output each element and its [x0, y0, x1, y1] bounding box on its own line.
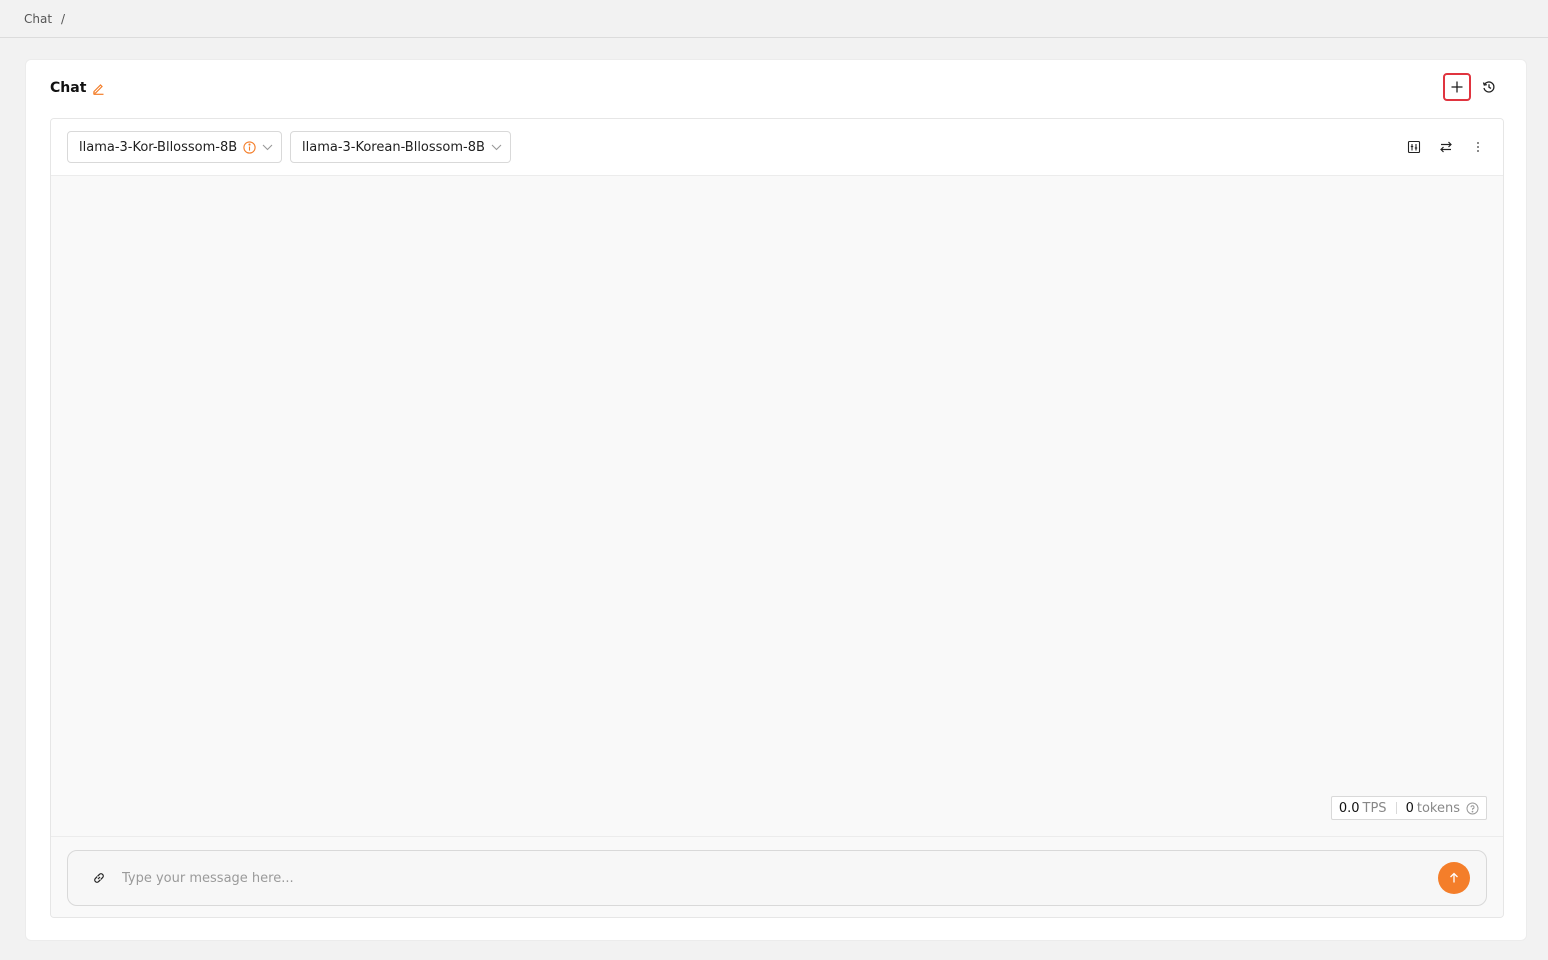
- compare-button[interactable]: [1401, 134, 1427, 160]
- question-icon[interactable]: [1466, 802, 1479, 815]
- chat-card: Chat llama-3-Kor-Bllossom-8B llama-3-Kor…: [25, 59, 1527, 941]
- chat-panel: llama-3-Kor-Bllossom-8B llama-3-Korean-B…: [50, 118, 1504, 918]
- link-icon[interactable]: [92, 871, 106, 885]
- pencil-icon[interactable]: [92, 82, 105, 95]
- plus-icon: [1450, 80, 1464, 94]
- message-composer: [67, 850, 1487, 906]
- card-header: Chat: [50, 78, 105, 98]
- breadcrumb-separator: /: [61, 11, 66, 26]
- breadcrumb: Chat /: [0, 0, 1548, 38]
- tps-unit: TPS: [1362, 800, 1387, 816]
- model-toolbar: llama-3-Kor-Bllossom-8B llama-3-Korean-B…: [51, 119, 1503, 176]
- info-icon[interactable]: [243, 140, 256, 154]
- composer-area: [51, 836, 1503, 917]
- breadcrumb-item-chat[interactable]: Chat: [24, 12, 52, 26]
- chevron-down-icon: [491, 144, 502, 151]
- message-input[interactable]: [122, 870, 1438, 886]
- chevron-down-icon: [262, 144, 273, 151]
- more-button[interactable]: [1465, 134, 1491, 160]
- model-select-1[interactable]: llama-3-Kor-Bllossom-8B: [67, 131, 282, 163]
- page-title: Chat: [50, 80, 87, 96]
- model-select-2[interactable]: llama-3-Korean-Bllossom-8B: [290, 131, 511, 163]
- history-icon: [1482, 80, 1496, 94]
- token-stats: 0.0 TPS 0 tokens: [1330, 796, 1487, 820]
- send-button[interactable]: [1438, 862, 1470, 894]
- tokens-unit: tokens: [1416, 800, 1460, 816]
- swap-button[interactable]: [1433, 134, 1459, 160]
- tokens-value: 0: [1405, 800, 1414, 816]
- stats-divider: [1395, 802, 1397, 814]
- model-select-1-label: llama-3-Kor-Bllossom-8B: [79, 139, 238, 155]
- model-select-2-label: llama-3-Korean-Bllossom-8B: [302, 139, 485, 155]
- swap-icon: [1439, 140, 1453, 154]
- sliders-icon: [1407, 140, 1421, 154]
- more-vertical-icon: [1476, 140, 1480, 154]
- tps-value: 0.0: [1338, 800, 1360, 816]
- arrow-up-icon: [1448, 872, 1460, 884]
- header-actions: [1443, 73, 1502, 101]
- toolbar-actions: [1401, 134, 1491, 160]
- new-chat-button[interactable]: [1443, 73, 1471, 101]
- history-button[interactable]: [1476, 74, 1502, 100]
